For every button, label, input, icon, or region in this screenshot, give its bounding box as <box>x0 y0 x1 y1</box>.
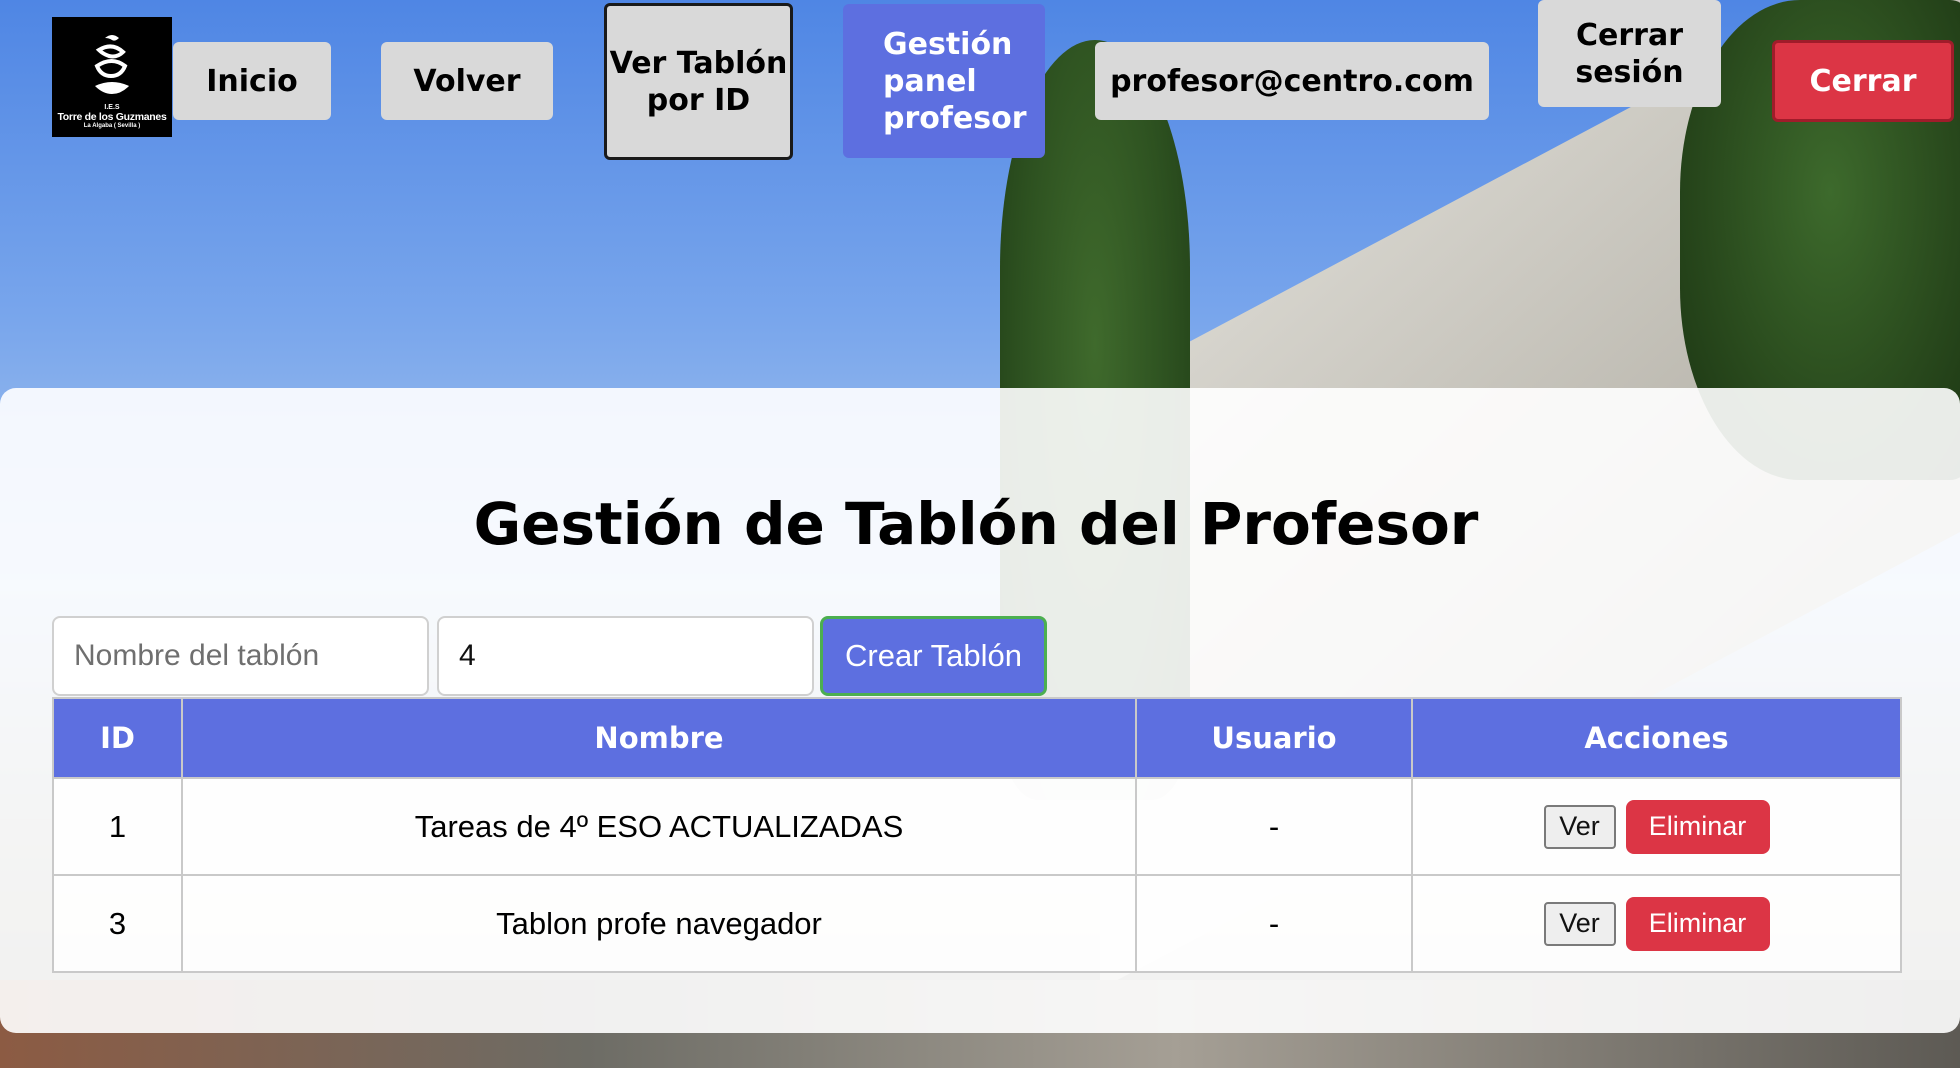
crear-tablon-button[interactable]: Crear Tablón <box>820 616 1047 696</box>
eliminar-button[interactable]: Eliminar <box>1625 799 1770 854</box>
table-header-row: ID Nombre Usuario Acciones <box>52 697 1902 779</box>
cell-nombre: Tareas de 4º ESO ACTUALIZADAS <box>181 777 1137 876</box>
cell-usuario: - <box>1135 874 1413 973</box>
school-logo[interactable]: I.E.S Torre de los Guzmanes La Algaba ( … <box>52 17 172 137</box>
ver-button[interactable]: Ver <box>1543 901 1616 946</box>
cerrar-sesion-button[interactable]: Cerrar sesión <box>1538 0 1721 107</box>
tablon-name-input[interactable] <box>52 616 429 696</box>
inicio-button[interactable]: Inicio <box>173 42 331 120</box>
tablones-table: ID Nombre Usuario Acciones 1 Tareas de 4… <box>52 697 1902 973</box>
row-actions: Ver Eliminar <box>1413 799 1900 854</box>
cell-id: 1 <box>52 777 183 876</box>
gestion-panel-button[interactable]: Gestión panel profesor <box>843 4 1045 158</box>
row-actions: Ver Eliminar <box>1413 896 1900 951</box>
logo-line-3: La Algaba ( Sevilla ) <box>83 123 141 129</box>
header-nombre: Nombre <box>181 697 1137 779</box>
eliminar-button[interactable]: Eliminar <box>1625 896 1770 951</box>
ver-button[interactable]: Ver <box>1543 804 1616 849</box>
header-id: ID <box>52 697 183 779</box>
tower-emblem-icon <box>94 35 129 94</box>
ver-tablon-id-button[interactable]: Ver Tablón por ID <box>604 3 793 160</box>
cell-usuario: - <box>1135 777 1413 876</box>
table-row: 1 Tareas de 4º ESO ACTUALIZADAS - Ver El… <box>52 777 1902 876</box>
user-email-button[interactable]: profesor@centro.com <box>1095 42 1489 120</box>
volver-button[interactable]: Volver <box>381 42 553 120</box>
navbar: I.E.S Torre de los Guzmanes La Algaba ( … <box>0 0 1960 170</box>
header-acciones: Acciones <box>1411 697 1902 779</box>
cell-acciones: Ver Eliminar <box>1411 874 1902 973</box>
logo-line-2: Torre de los Guzmanes <box>57 111 167 123</box>
header-usuario: Usuario <box>1135 697 1413 779</box>
usuario-id-input[interactable] <box>437 616 814 696</box>
cerrar-button[interactable]: Cerrar <box>1772 40 1954 122</box>
cell-nombre: Tablon profe navegador <box>181 874 1137 973</box>
table-row: 3 Tablon profe navegador - Ver Eliminar <box>52 874 1902 973</box>
cell-acciones: Ver Eliminar <box>1411 777 1902 876</box>
cell-id: 3 <box>52 874 183 973</box>
page-title: Gestión de Tablón del Profesor <box>473 490 1479 558</box>
logo-line-1: I.E.S <box>104 104 120 111</box>
